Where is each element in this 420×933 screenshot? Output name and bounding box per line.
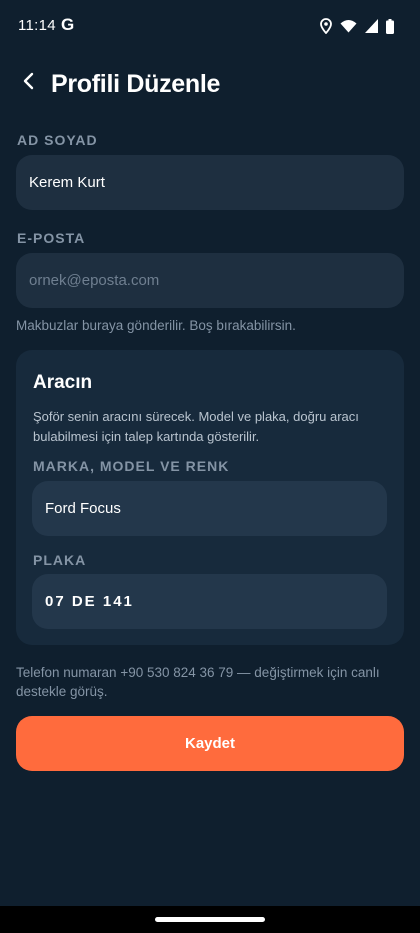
home-indicator[interactable] [155,917,265,922]
plate-input[interactable]: 07 DE 141 [32,574,387,629]
email-helper-text: Makbuzlar buraya gönderilir. Boş bırakab… [16,318,296,333]
header: Profili Düzenle [0,62,420,110]
back-arrow-icon [22,72,36,95]
model-input[interactable]: Ford Focus [32,481,387,536]
phone-note: Telefon numaran +90 530 824 36 79 — deği… [16,665,380,699]
email-input[interactable]: ornek@eposta.com [16,253,404,308]
email-label: E-POSTA [17,230,86,246]
plate-label: PLAKA [33,552,87,568]
battery-icon [386,18,394,34]
system-nav-bar [0,906,420,933]
page-title: Profili Düzenle [51,70,221,98]
back-button[interactable] [12,66,46,100]
edit-profile-screen: 11:14 G Profili Düzenle AD SOYAD Kerem K… [0,0,420,933]
signal-icon [365,19,378,33]
status-bar: 11:14 G [0,0,420,52]
model-label: MARKA, MODEL VE RENK [33,458,230,474]
email-placeholder: ornek@eposta.com [29,272,160,289]
status-time: 11:14 [18,17,56,34]
vehicle-card-description: Şoför senin aracını sürecek. Model ve pl… [33,409,359,444]
name-value: Kerem Kurt [29,174,105,191]
vehicle-card: Aracın Şoför senin aracını sürecek. Mode… [16,350,404,645]
google-g-icon: G [61,15,75,34]
location-icon [320,18,332,34]
name-input[interactable]: Kerem Kurt [16,155,404,210]
vehicle-card-title: Aracın [33,372,93,393]
plate-value: 07 DE 141 [45,593,134,610]
save-button[interactable]: Kaydet [16,716,404,771]
name-label: AD SOYAD [17,132,98,148]
status-icons [320,17,394,35]
wifi-icon [340,19,357,33]
model-value: Ford Focus [45,500,121,517]
